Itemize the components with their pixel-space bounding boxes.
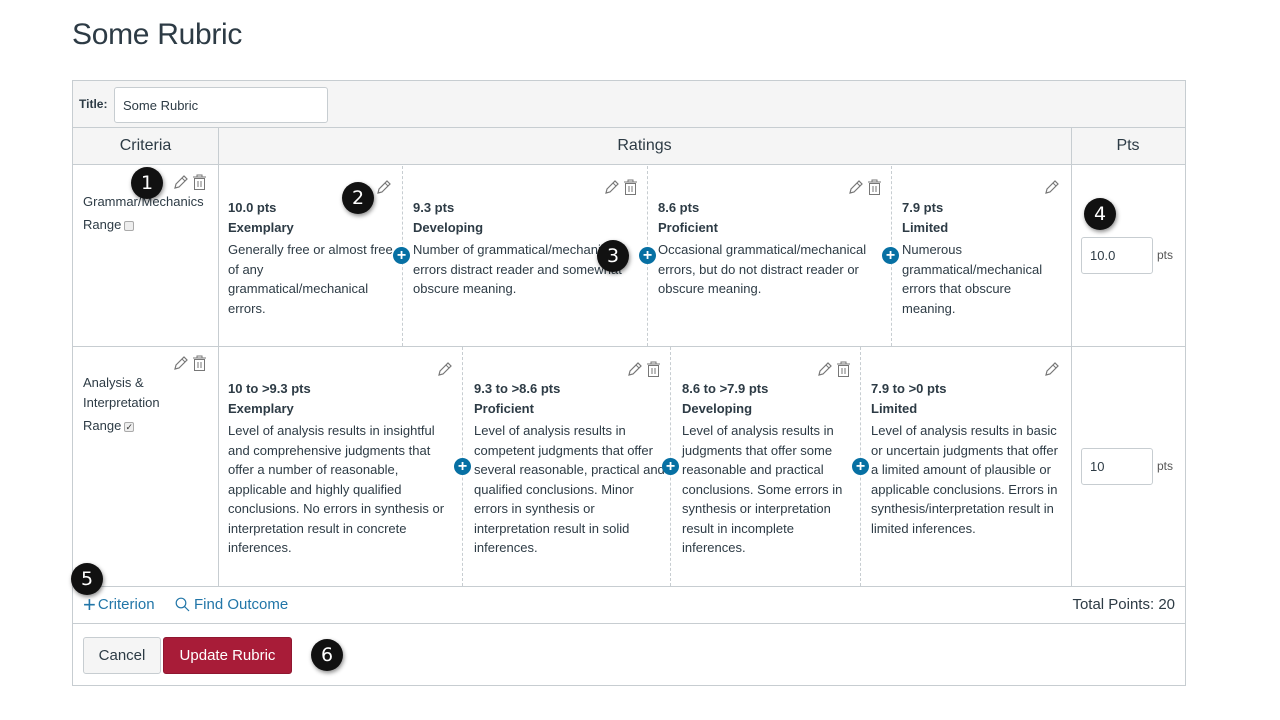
add-rating-icon[interactable]: + [662, 458, 679, 475]
pencil-icon[interactable] [172, 174, 189, 191]
rating-points: 8.6 to >7.9 pts [682, 381, 769, 396]
rating-cell[interactable]: 8.6 to >7.9 pts Developing Level of anal… [682, 379, 854, 558]
rating-name: Exemplary [228, 400, 294, 416]
pencil-icon[interactable] [436, 361, 453, 378]
trash-icon[interactable] [622, 179, 639, 196]
pencil-icon[interactable] [1043, 179, 1060, 196]
rating-name: Developing [682, 400, 753, 416]
add-rating-icon[interactable]: + [393, 247, 410, 264]
search-icon [175, 597, 190, 612]
pencil-icon[interactable] [847, 179, 864, 196]
rating-name: Exemplary [228, 219, 294, 235]
rating-points: 7.9 pts [902, 200, 944, 215]
add-criterion-label: Criterion [97, 596, 155, 613]
add-rating-icon[interactable]: + [882, 247, 899, 264]
pencil-icon[interactable] [603, 179, 620, 196]
divider [218, 128, 219, 587]
annotation-badge: 5 [71, 563, 103, 595]
title-label: Title: [79, 97, 108, 111]
divider [1071, 128, 1072, 587]
rating-name: Limited [871, 400, 918, 416]
ratings-header: Ratings [617, 137, 672, 154]
range-checkbox[interactable]: ✓ [124, 422, 135, 432]
range-label: Range [83, 418, 122, 433]
rating-name: Proficient [474, 400, 534, 416]
rubric-title-bar: Title: [73, 81, 1185, 128]
pencil-icon[interactable] [816, 361, 833, 378]
rating-description: Level of analysis results in competent j… [474, 423, 665, 555]
pencil-icon[interactable] [375, 179, 392, 196]
rating-cell[interactable]: 7.9 pts Limited Numerous grammatical/mec… [902, 198, 1062, 318]
pencil-icon[interactable] [626, 361, 643, 378]
rubric-footer: + Criterion Find Outcome Total Points: 2… [73, 587, 1185, 624]
rating-points: 9.3 to >8.6 pts [474, 381, 561, 396]
criterion-points-input[interactable] [1081, 448, 1153, 485]
rating-name: Developing [413, 219, 484, 235]
annotation-badge: 6 [311, 639, 343, 671]
criterion-points-input[interactable] [1081, 237, 1153, 274]
rating-cell[interactable]: 8.6 pts Proficient Occasional grammatica… [658, 198, 883, 299]
rating-points: 7.9 to >0 pts [871, 381, 947, 396]
plus-icon: + [83, 592, 96, 617]
find-outcome-link[interactable]: Find Outcome [175, 596, 288, 613]
criterion-name: Analysis & Interpretation [83, 375, 160, 410]
annotation-badge: 3 [597, 240, 629, 272]
rating-name: Proficient [658, 219, 718, 235]
trash-icon[interactable] [191, 355, 208, 372]
trash-icon[interactable] [645, 361, 662, 378]
points-suffix: pts [1157, 459, 1174, 473]
annotation-badge: 4 [1084, 198, 1116, 230]
pencil-icon[interactable] [1043, 361, 1060, 378]
rating-description: Level of analysis results in basic or un… [871, 423, 1058, 536]
trash-icon[interactable] [191, 174, 208, 191]
rating-description: Occasional grammatical/mechanical errors… [658, 242, 867, 296]
rating-points: 9.3 pts [413, 200, 455, 215]
rubric-editor: Title: Criteria Ratings Pts Grammar/Mech… [72, 80, 1186, 686]
rating-cell[interactable]: 7.9 to >0 pts Limited Level of analysis … [871, 379, 1063, 538]
annotation-badge: 2 [342, 182, 374, 214]
rating-cell[interactable]: 9.3 to >8.6 pts Proficient Level of anal… [474, 379, 667, 558]
add-criterion-link[interactable]: + Criterion [83, 592, 155, 617]
pts-header: Pts [1116, 137, 1140, 154]
rubric-title-input[interactable] [114, 87, 328, 123]
rating-points: 8.6 pts [658, 200, 700, 215]
rating-description: Level of analysis results in insightful … [228, 423, 445, 555]
rating-points: 10 to >9.3 pts [228, 381, 311, 396]
pencil-icon[interactable] [172, 355, 189, 372]
find-outcome-label: Find Outcome [194, 596, 289, 613]
trash-icon[interactable] [866, 179, 883, 196]
add-rating-icon[interactable]: + [852, 458, 869, 475]
rating-name: Limited [902, 219, 949, 235]
rating-cell[interactable]: 10.0 pts Exemplary Generally free or alm… [228, 198, 393, 318]
add-rating-icon[interactable]: + [454, 458, 471, 475]
criteria-header: Criteria [119, 137, 172, 154]
rubric-header-row: Criteria Ratings Pts [73, 128, 1185, 165]
annotation-badge: 1 [131, 167, 163, 199]
range-checkbox[interactable] [124, 221, 135, 231]
rating-cell[interactable]: 10 to >9.3 pts Exemplary Level of analys… [228, 379, 456, 558]
add-rating-icon[interactable]: + [639, 247, 656, 264]
rating-description: Level of analysis results in judgments t… [682, 423, 843, 555]
page-title: Some Rubric [72, 18, 243, 51]
total-points: Total Points: 20 [1072, 596, 1175, 613]
cancel-button[interactable]: Cancel [83, 637, 161, 674]
divider [73, 346, 1185, 347]
rating-description: Generally free or almost free of any gra… [228, 242, 393, 316]
trash-icon[interactable] [835, 361, 852, 378]
range-label: Range [83, 217, 122, 232]
update-rubric-button[interactable]: Update Rubric [163, 637, 292, 674]
rating-description: Numerous grammatical/mechanical errors t… [902, 242, 1043, 316]
points-suffix: pts [1157, 248, 1174, 262]
